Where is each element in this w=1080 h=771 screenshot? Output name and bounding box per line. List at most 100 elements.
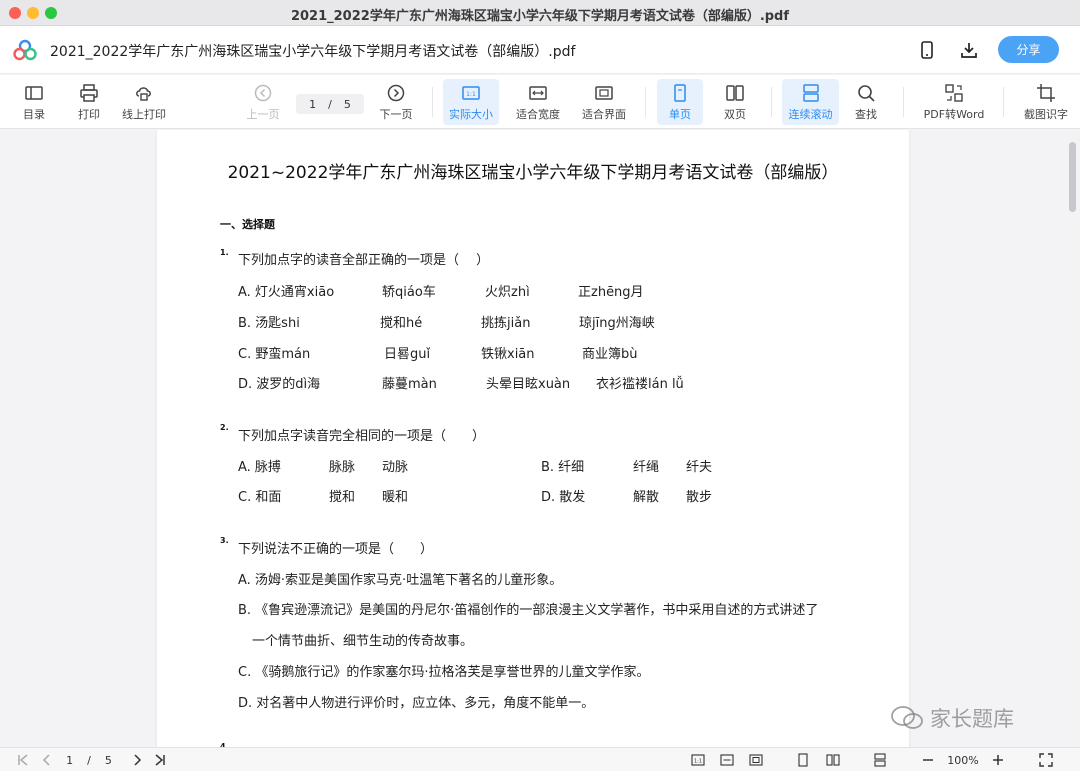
total-pages: 5 xyxy=(104,753,112,767)
option-text: B. 纤细 xyxy=(541,460,585,475)
fit-page-icon xyxy=(595,85,613,100)
app-header: 2021_2022学年广东广州海珠区瑞宝小学六年级下学期月考语文试卷（部编版）.… xyxy=(0,26,1080,74)
option-text: C. 和面 xyxy=(238,490,282,505)
option-text: D. 散发 xyxy=(541,490,586,505)
page-indicator[interactable]: 1 / 5 xyxy=(64,751,114,769)
option-text: 解散 xyxy=(633,490,660,505)
option-text: 散步 xyxy=(686,490,713,505)
fit-width-small-button[interactable] xyxy=(717,751,737,769)
continuous-scroll-small-button[interactable] xyxy=(870,751,890,769)
chevron-left-circle-icon xyxy=(254,84,272,101)
search-icon xyxy=(858,84,875,102)
download-button[interactable] xyxy=(957,38,981,62)
prev-page-button[interactable]: 上一页 xyxy=(243,79,283,125)
option-text: 动脉 xyxy=(382,460,409,475)
next-page-small-button[interactable] xyxy=(128,751,146,769)
zoom-out-button[interactable] xyxy=(918,751,938,769)
ocr-button[interactable]: 截图识字 xyxy=(1018,79,1074,125)
option-text: 日晷guǐ xyxy=(384,347,431,362)
option-text: 一个情节曲折、细节生动的传奇故事。 xyxy=(252,634,474,649)
prev-page-small-button[interactable] xyxy=(38,751,56,769)
zoom-in-button[interactable] xyxy=(988,751,1008,769)
toolbar: 目录 打印 线上打印 上一页 1 / 5 下一页 1:1 实际大小 适合宽度 适… xyxy=(0,75,1080,129)
double-page-label: 双页 xyxy=(724,107,746,121)
pdf-page: 2021~2022学年广东广州海珠区瑞宝小学六年级下学期月考语文试卷（部编版） … xyxy=(157,130,909,747)
option-text: 搅和 xyxy=(329,490,356,505)
window-title: 2021_2022学年广东广州海珠区瑞宝小学六年级下学期月考语文试卷（部编版）.… xyxy=(290,9,790,24)
chevron-right-circle-icon xyxy=(387,84,405,101)
double-page-icon xyxy=(826,754,840,766)
prev-page-label: 上一页 xyxy=(246,107,280,121)
single-page-button[interactable]: 单页 xyxy=(657,79,703,125)
phone-icon xyxy=(921,41,933,59)
pdf-to-word-button[interactable]: PDF转Word xyxy=(920,79,988,125)
fit-width-button[interactable]: 适合宽度 xyxy=(512,79,564,125)
fit-page-icon xyxy=(749,754,763,766)
printer-icon xyxy=(80,83,98,102)
actual-size-label: 实际大小 xyxy=(449,107,493,121)
svg-text:1:1: 1:1 xyxy=(694,759,702,765)
option-text: 铁锹xiān xyxy=(481,347,535,362)
section-heading: 一、选择题 xyxy=(220,218,275,231)
option-text: 挑拣jiǎn xyxy=(481,316,531,331)
fullscreen-button[interactable] xyxy=(1036,751,1056,769)
cloud-print-icon xyxy=(136,86,151,101)
actual-size-button[interactable]: 1:1 实际大小 xyxy=(443,79,499,125)
question-number: 3. xyxy=(220,536,229,545)
first-page-icon xyxy=(18,754,28,766)
share-button[interactable]: 分享 xyxy=(998,36,1059,63)
question-text: 下列加点字的读音全部正确的一项是（ ） xyxy=(238,253,490,268)
fit-width-icon xyxy=(529,85,547,100)
fit-page-button[interactable]: 适合界面 xyxy=(578,79,630,125)
online-print-label: 线上打印 xyxy=(122,107,166,121)
option-text: 藤蔓màn xyxy=(382,377,437,392)
option-text: B. 《鲁宾逊漂流记》是美国的丹尼尔·笛福创作的一部浪漫主义文学著作，书中采用自… xyxy=(238,603,819,618)
option-text: C. 《骑鹅旅行记》的作家塞尔玛·拉格洛芙是享誉世界的儿童文学作家。 xyxy=(238,665,650,680)
double-page-button[interactable]: 双页 xyxy=(715,79,755,125)
phone-button[interactable] xyxy=(915,38,939,62)
document-viewer[interactable]: 2021~2022学年广东广州海珠区瑞宝小学六年级下学期月考语文试卷（部编版） … xyxy=(0,130,1080,747)
continuous-scroll-icon xyxy=(874,753,886,767)
page-separator: / xyxy=(87,753,91,767)
svg-text:1:1: 1:1 xyxy=(466,91,476,98)
total-pages: 5 xyxy=(343,97,351,111)
next-page-button[interactable]: 下一页 xyxy=(376,79,416,125)
page-separator: / xyxy=(328,97,332,111)
first-page-button[interactable] xyxy=(14,751,32,769)
fit-width-label: 适合宽度 xyxy=(516,107,560,121)
zoom-level[interactable]: 100% xyxy=(943,751,983,769)
continuous-scroll-button[interactable]: 连续滚动 xyxy=(782,79,839,125)
option-text: 正zhēng月 xyxy=(578,285,644,300)
double-page-small-button[interactable] xyxy=(823,751,843,769)
find-button[interactable]: 查找 xyxy=(847,79,885,125)
chevron-left-icon xyxy=(42,754,50,766)
chevron-right-icon xyxy=(134,754,142,766)
option-text: 轿qiáo车 xyxy=(382,285,436,300)
option-text: 纤夫 xyxy=(686,460,713,475)
question-number: 2. xyxy=(220,423,229,432)
fullscreen-icon xyxy=(1039,753,1053,767)
page-number-input[interactable]: 1 / 5 xyxy=(296,94,364,114)
actual-size-small-button[interactable]: 1:1 xyxy=(688,751,708,769)
fit-page-small-button[interactable] xyxy=(746,751,766,769)
watermark-text: 家长题库 xyxy=(930,707,1014,731)
crop-icon xyxy=(1037,83,1055,102)
print-button[interactable]: 打印 xyxy=(69,79,109,125)
option-text: D. 波罗的dì海 xyxy=(238,377,321,392)
plus-icon xyxy=(993,755,1003,765)
option-text: 火炽zhì xyxy=(485,285,530,300)
option-text: 衣衫褴褛lán lǚ xyxy=(596,377,684,392)
last-page-button[interactable] xyxy=(151,751,169,769)
next-page-label: 下一页 xyxy=(379,107,413,121)
toc-button[interactable]: 目录 xyxy=(14,79,54,125)
option-text: C. 野蛮mán xyxy=(238,347,311,362)
toc-icon xyxy=(25,85,43,100)
vertical-scrollbar[interactable] xyxy=(1069,142,1076,212)
single-page-small-button[interactable] xyxy=(793,751,813,769)
pdf-to-word-label: PDF转Word xyxy=(923,107,985,121)
option-text: A. 脉搏 xyxy=(238,460,281,475)
online-print-button[interactable]: 线上打印 xyxy=(118,79,170,125)
option-text: A. 灯火通宵xiāo xyxy=(238,285,335,300)
option-text: B. 汤匙shi xyxy=(238,316,300,331)
app-logo-icon xyxy=(13,39,37,61)
